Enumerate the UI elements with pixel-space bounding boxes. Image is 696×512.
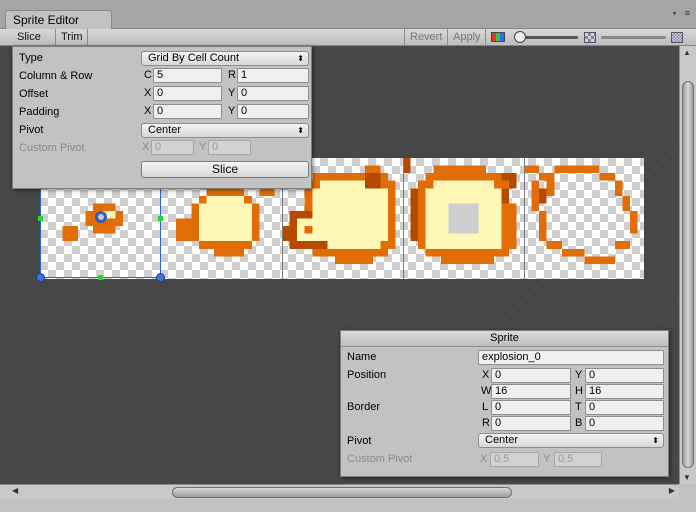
pivot-label: Pivot xyxy=(19,124,44,136)
custom-pivot-y-label: Y xyxy=(199,141,207,153)
scroll-right-icon[interactable]: ▶ xyxy=(669,486,675,495)
resize-handle-bottom-right[interactable] xyxy=(156,273,165,282)
offset-y-label: Y xyxy=(228,87,236,99)
name-label: Name xyxy=(347,351,377,363)
column-row-label: Column & Row xyxy=(19,70,93,82)
sprite-frame-4 xyxy=(524,165,638,264)
custom-pivot-x-field: 0 xyxy=(151,140,194,155)
offset-x-field[interactable]: 0 xyxy=(153,86,222,101)
vertical-scrollbar[interactable]: ▲ ▼ xyxy=(679,46,696,484)
border-b-label: B xyxy=(575,417,583,429)
border-left-field[interactable]: 0 xyxy=(491,400,571,415)
border-l-label: L xyxy=(482,401,489,413)
custom-pivot-y-field: 0 xyxy=(208,140,251,155)
column-count-field[interactable]: 5 xyxy=(153,68,222,83)
slice-dropdown[interactable]: Slice ⬍ xyxy=(12,29,56,58)
border-t-label: T xyxy=(575,401,582,413)
custom-pivot-x-label: X xyxy=(142,141,150,153)
padding-label: Padding xyxy=(19,106,60,118)
pivot-dropdown[interactable]: Center ⬍ xyxy=(141,123,309,138)
dropdown-arrow-icon: ⬍ xyxy=(297,54,304,63)
c-label: C xyxy=(144,69,152,81)
slice-label: Slice xyxy=(17,31,41,43)
border-bottom-field[interactable]: 0 xyxy=(585,416,664,431)
zoom-slider-thumb[interactable] xyxy=(514,31,526,43)
window-tab-bar: Sprite Editor ▪ ≡ xyxy=(0,0,696,29)
offset-x-label: X xyxy=(144,87,152,99)
menu-icon[interactable]: ≡ xyxy=(685,8,690,18)
padding-x-label: X xyxy=(144,105,152,117)
position-x-field[interactable]: 0 xyxy=(491,368,571,383)
height-label: H xyxy=(575,385,583,397)
dropdown-arrow-icon: ⬍ xyxy=(297,126,304,135)
revert-button[interactable]: Revert xyxy=(404,29,448,46)
sprite-cp-y-label: Y xyxy=(543,453,551,465)
mip-low-icon xyxy=(584,32,596,43)
sprite-custom-pivot-y-field: 0.5 xyxy=(554,452,602,467)
horizontal-scrollbar[interactable]: ◀ ▶ xyxy=(0,484,679,499)
slice-divider xyxy=(403,158,404,279)
height-field[interactable]: 16 xyxy=(585,384,664,399)
position-label: Position xyxy=(347,369,387,381)
type-label: Type xyxy=(19,52,43,64)
row-count-field[interactable]: 1 xyxy=(237,68,309,83)
pivot-value: Center xyxy=(148,124,182,136)
padding-x-field[interactable]: 0 xyxy=(153,104,222,119)
dropdown-arrow-icon: ⬍ xyxy=(652,436,659,445)
border-right-field[interactable]: 0 xyxy=(491,416,571,431)
mip-high-icon xyxy=(671,32,683,43)
r-label: R xyxy=(228,69,236,81)
position-x-label: X xyxy=(482,369,490,381)
position-y-label: Y xyxy=(575,369,583,381)
sprite-custom-pivot-label: Custom Pivot xyxy=(347,453,413,465)
padding-y-field[interactable]: 0 xyxy=(237,104,309,119)
resize-handle-left[interactable] xyxy=(38,216,43,221)
trim-button[interactable]: Trim xyxy=(56,29,88,46)
resize-handle-right[interactable] xyxy=(158,216,163,221)
lock-icon[interactable]: ▪ xyxy=(673,8,676,18)
offset-label: Offset xyxy=(19,88,49,100)
status-bar xyxy=(0,499,696,512)
offset-y-field[interactable]: 0 xyxy=(237,86,309,101)
border-label: Border xyxy=(347,401,381,413)
type-dropdown[interactable]: Grid By Cell Count ⬍ xyxy=(141,51,309,66)
width-label: W xyxy=(481,385,492,397)
sprite-panel-title: Sprite xyxy=(341,331,668,347)
sprite-custom-pivot-x-field: 0.5 xyxy=(490,452,539,467)
pivot-handle[interactable] xyxy=(95,211,107,223)
toolbar: Slice ⬍ Trim Revert Apply xyxy=(0,29,696,58)
border-r-label: R xyxy=(482,417,490,429)
window-controls: ▪ ≡ xyxy=(667,8,690,18)
scroll-up-icon[interactable]: ▲ xyxy=(683,48,691,57)
sprite-pivot-label: Pivot xyxy=(347,435,372,447)
type-value: Grid By Cell Count xyxy=(148,52,240,64)
vertical-scroll-thumb[interactable] xyxy=(682,81,694,468)
custom-pivot-label: Custom Pivot xyxy=(19,142,85,154)
sprite-properties-panel: Sprite Name explosion_0 Position X 0 Y 0… xyxy=(340,330,669,477)
sprite-pivot-dropdown[interactable]: Center ⬍ xyxy=(478,433,664,448)
slice-options-panel: Type Grid By Cell Count ⬍ Column & Row C… xyxy=(12,46,312,189)
width-field[interactable]: 16 xyxy=(491,384,571,399)
position-y-field[interactable]: 0 xyxy=(585,368,664,383)
sprite-frame-3 xyxy=(403,158,517,264)
sprite-name-field[interactable]: explosion_0 xyxy=(478,350,664,365)
resize-handle-bottom[interactable] xyxy=(98,275,103,280)
scroll-left-icon[interactable]: ◀ xyxy=(12,486,18,495)
slice-button[interactable]: Slice xyxy=(141,161,309,178)
padding-y-label: Y xyxy=(228,105,236,117)
scroll-down-icon[interactable]: ▼ xyxy=(683,473,691,482)
resize-handle-bottom-left[interactable] xyxy=(36,273,45,282)
border-top-field[interactable]: 0 xyxy=(585,400,664,415)
horizontal-scroll-thumb[interactable] xyxy=(172,487,512,498)
slice-divider xyxy=(524,158,525,279)
color-channel-icon[interactable] xyxy=(491,32,505,42)
sprite-pivot-value: Center xyxy=(485,434,519,446)
apply-button[interactable]: Apply xyxy=(448,29,486,46)
tab-sprite-editor[interactable]: Sprite Editor xyxy=(5,10,112,29)
mip-slider-track[interactable] xyxy=(601,36,666,39)
sprite-cp-x-label: X xyxy=(480,453,488,465)
